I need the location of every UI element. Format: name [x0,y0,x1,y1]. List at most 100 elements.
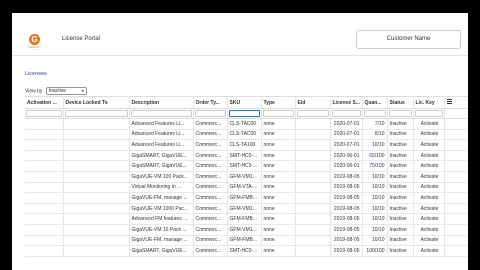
table-row[interactable]: GigaSMART, GigaVUE... Commerc... SMT-HC0-.… [25,245,468,257]
table-row[interactable]: GigaVUE-VM 1000 Pac... Commerc... GFM-VM1.… [25,203,468,215]
cell-sku: CLS-TA100 [227,139,262,151]
filter-input[interactable] [26,110,62,117]
chevron-down-icon: ▾ [81,88,84,93]
cell-description: GigaSMART, GigaVUE... [129,160,194,172]
table-row[interactable]: Advanced FM features ... Commerc... GFM-FM… [25,213,468,225]
cell-type: none [261,192,296,204]
table-row[interactable]: Advanced Features Li... Commerc... CLS-TAC… [25,118,468,130]
cell-license-start: 2019-08-05 [330,182,363,194]
cell-status: Inactive [387,213,414,225]
cell-quantity: 10/10 [362,192,388,204]
cell-order-type: Commerc... [193,192,228,204]
filter-input[interactable] [363,110,386,117]
activate-link[interactable]: Activate [413,192,445,204]
portal-title: License Portal [62,36,101,42]
filter-input[interactable] [262,110,294,117]
col-sku[interactable]: SKU [227,96,262,109]
col-license-start[interactable]: License S... [330,96,363,109]
col-type[interactable]: Type [261,96,296,109]
cell-description: GigaSMART, GigaVUE... [129,150,194,162]
filter-input[interactable] [331,110,361,117]
cell-description: GigaVUE-FM, manage ... [129,192,194,204]
cell-description: GigaVUE-FM, manage ... [129,235,194,247]
col-quantity[interactable]: Quan... [362,96,388,109]
table-row[interactable]: Virtual Monitoring in ... Commerc... GFM-V… [25,182,468,194]
cell-description: Advanced Features Li... [129,118,194,130]
cell-type: none [261,245,296,257]
activate-link[interactable]: Activate [413,139,445,151]
cell-license-start: 2019-08-05 [330,235,363,247]
filter-input-sku[interactable] [228,110,260,117]
table-row[interactable]: GigaVUE-FM, manage ... Commerc... GFM-FMB.… [25,192,468,204]
cell-status: Inactive [387,171,414,183]
table-row[interactable]: Advanced Features Li... Commerc... CLS-TAC… [25,129,468,141]
filter-input[interactable] [130,110,192,117]
table-header-row: Activation ... Device Locked To Descript… [25,96,468,109]
cell-activation [25,192,64,204]
cell-type: none [261,129,296,141]
cell-description: GigaSMART, GigaVUE... [129,245,194,257]
filter-input[interactable] [296,110,329,117]
filter-input[interactable] [64,110,128,117]
cell-activation [25,160,64,172]
activate-link[interactable]: Activate [413,182,445,194]
cell-quantity: 10/10 [362,235,388,247]
quantity-total: 10 [378,173,385,180]
cell-eid [295,160,331,172]
quantity-total: 10 [378,184,385,191]
table-row[interactable]: GigaVUE-VM 10 Pack ... Commerc... GFM-VM1.… [25,224,468,236]
cell-order-type: Commerc... [193,160,228,172]
activate-link[interactable]: Activate [413,118,445,130]
cell-sku: GFM-FMB... [227,213,262,225]
cell-license-start: 2019-08-05 [330,171,363,183]
activate-link[interactable]: Activate [413,235,445,247]
cell-type: none [261,235,296,247]
cell-type: none [261,160,296,172]
cell-eid [295,235,331,247]
cell-type: none [261,203,296,215]
view-by-select[interactable]: Inactive ▾ [45,87,87,95]
cell-type: none [261,139,296,151]
filter-input[interactable] [194,110,226,117]
cell-quantity: 10/10 [362,139,388,151]
cell-eid [295,203,331,215]
column-menu-button[interactable] [444,96,468,109]
cell-device [63,118,130,130]
table-row[interactable]: Advanced Features Li... Commerc... CLS-TA1… [25,139,468,151]
activate-link[interactable]: Activate [413,245,445,257]
activate-link[interactable]: Activate [413,171,445,183]
col-lic-key[interactable]: Lic. Key [413,96,445,109]
cell-type: none [261,213,296,225]
col-eid[interactable]: Eid [295,96,331,109]
cell-eid [295,182,331,194]
activate-link[interactable]: Activate [413,160,445,172]
table-row[interactable]: GigaSMART, GigaVUE... Commerc... SMT-HC3-.… [25,160,468,172]
col-activation[interactable]: Activation ... [25,96,64,109]
cell-status: Inactive [387,245,414,257]
activate-link[interactable]: Activate [413,203,445,215]
col-status[interactable]: Status [387,96,414,109]
filter-input[interactable] [388,110,412,117]
quantity-total: 10 [378,205,385,212]
quantity-total: 100 [376,152,385,159]
activate-link[interactable]: Activate [413,224,445,236]
col-order-type[interactable]: Order Ty... [193,96,228,109]
cell-menu [444,118,468,130]
cell-description: Advanced FM features ... [129,213,194,225]
col-description[interactable]: Description [129,96,194,109]
table-row[interactable]: GigaSMART, GigaVUE... Commerc... SMT-HC0-.… [25,150,468,162]
cell-menu [444,160,468,172]
customer-name-button[interactable]: Customer Name [356,30,461,49]
cell-menu [444,129,468,141]
cell-order-type: Commerc... [193,213,228,225]
filter-input[interactable] [414,110,443,117]
cell-sku: CLS-TAC00 [227,129,262,141]
cell-menu [444,139,468,151]
col-device-locked-to[interactable]: Device Locked To [63,96,130,109]
table-row[interactable]: GigaVUE-FM, manage ... Commerc... GFM-FMB.… [25,235,468,247]
cell-status: Inactive [387,182,414,194]
table-row[interactable]: GigaVUE-VM 100 Pack... Commerc... GFM-VM1.… [25,171,468,183]
activate-link[interactable]: Activate [413,213,445,225]
activate-link[interactable]: Activate [413,129,445,141]
activate-link[interactable]: Activate [413,150,445,162]
